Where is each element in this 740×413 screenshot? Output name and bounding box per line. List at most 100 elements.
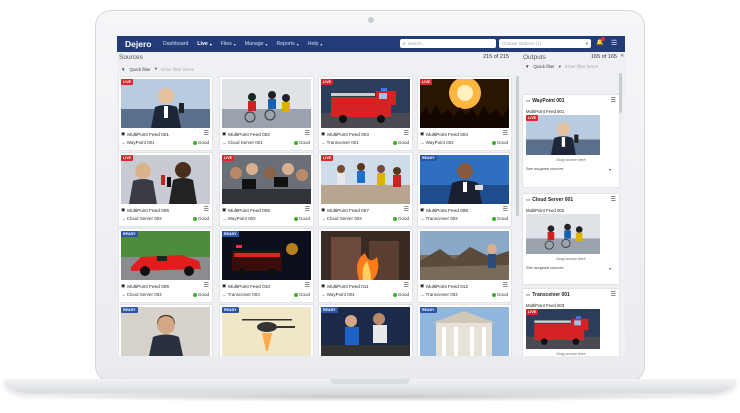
source-preview[interactable] — [121, 79, 210, 128]
chevron-down-icon[interactable]: ▾ — [609, 266, 611, 271]
source-preview[interactable] — [420, 155, 509, 204]
source-destination: → Cloud Server 001 — [222, 140, 263, 145]
card-menu-icon[interactable]: ☰ — [611, 291, 616, 298]
quick-filter-dropdown[interactable]: Quick filter — [533, 64, 554, 70]
source-card[interactable]: LIVE ▣ MultiPoint Feed 001 ☰ → WayPoint 001 G… — [119, 77, 212, 150]
source-card[interactable]: LIVE ▣ MultiPoint Feed 007 ☰ → Cloud Server … — [319, 153, 412, 226]
source-card[interactable]: LIVE ▣ MultiPoint Feed 005 ☰ → Cloud Server … — [119, 153, 212, 226]
outputs-scrollbar[interactable] — [619, 73, 622, 113]
sources-scrollbar[interactable] — [516, 76, 519, 216]
output-preview[interactable] — [526, 309, 600, 349]
live-badge: LIVE — [121, 155, 133, 161]
laptop-notch — [330, 379, 410, 384]
source-card[interactable]: LIVE ▣ MultiPoint Feed 004 ☰ → WayPoint 002 G… — [418, 77, 511, 150]
source-preview[interactable] — [321, 231, 410, 280]
card-menu-icon[interactable]: ☰ — [204, 282, 209, 289]
status-dot-icon — [392, 140, 397, 145]
status-badge: Good — [491, 216, 508, 221]
station-placeholder: Choose stations (1) — [502, 41, 542, 46]
nav-help[interactable]: Help ▾ — [308, 41, 323, 47]
chevron-down-icon: ▾ — [209, 41, 212, 47]
nav-label: Files — [220, 41, 232, 47]
source-preview[interactable] — [222, 79, 311, 128]
card-menu-icon[interactable]: ☰ — [404, 282, 409, 289]
dejero-logo[interactable]: Dejero — [125, 39, 163, 49]
source-preview[interactable] — [222, 155, 311, 204]
output-card[interactable]: ▭ Transceiver 001 ☰ MultiPoint Feed 003 LIVE… — [523, 289, 619, 356]
output-preview[interactable] — [526, 214, 600, 254]
station-select[interactable]: Choose stations (1) ▾ — [499, 39, 591, 48]
card-menu-icon[interactable]: ☰ — [204, 130, 209, 137]
live-badge: LIVE — [526, 115, 538, 121]
card-menu-icon[interactable]: ☰ — [204, 206, 209, 213]
status-badge: Good — [293, 216, 310, 221]
see-assigned-sources-link[interactable]: See assigned sources — [526, 266, 563, 270]
status-label: Good — [496, 292, 508, 297]
card-menu-icon[interactable]: ☰ — [503, 130, 508, 137]
source-card[interactable]: ▣ MultiPoint Feed 012 ☰ → Transceiver 004 Go… — [418, 229, 511, 302]
card-menu-icon[interactable]: ☰ — [611, 196, 616, 203]
output-card[interactable]: ▭ Cloud Server 001 ☰ MultiPoint Feed 002 Dra… — [523, 194, 619, 284]
source-preview[interactable] — [321, 307, 410, 356]
card-menu-icon[interactable]: ☰ — [305, 130, 310, 137]
ready-badge: READY — [222, 231, 239, 237]
source-preview[interactable] — [121, 231, 210, 280]
card-menu-icon[interactable]: ☰ — [404, 206, 409, 213]
collapse-panel-icon[interactable]: « — [621, 53, 624, 59]
card-menu-icon[interactable]: ☰ — [503, 282, 508, 289]
see-assigned-sources-link[interactable]: See assigned sources — [526, 167, 563, 171]
source-card[interactable]: ▣ MultiPoint Feed 002 ☰ → Cloud Server 001 G… — [220, 77, 313, 150]
filter-terms-input[interactable]: Enter filter terms — [161, 67, 194, 72]
source-card[interactable]: READY ▣ MultiPoint Feed 009 ☰ → Cloud Server… — [119, 229, 212, 302]
source-card[interactable]: READY — [418, 305, 511, 356]
source-card[interactable]: ▣ MultiPoint Feed 011 ☰ → WayPoint 004 Good — [319, 229, 412, 302]
status-badge: Good — [192, 216, 209, 221]
nav-files[interactable]: Files ▾ — [221, 41, 236, 47]
card-menu-icon[interactable]: ☰ — [503, 206, 508, 213]
source-preview[interactable] — [420, 79, 509, 128]
output-card[interactable]: ▭ WayPoint 001 ☰ MultiPoint Feed 001 LIVE Dra… — [523, 95, 619, 187]
drop-zone[interactable]: Drag source here — [526, 257, 616, 261]
filter-terms-input[interactable]: Enter filter terms — [565, 64, 598, 70]
nav-manage[interactable]: Manage ▾ — [245, 41, 268, 47]
card-menu-icon[interactable]: ☰ — [404, 130, 409, 137]
source-preview[interactable] — [420, 231, 509, 280]
source-preview[interactable] — [121, 307, 210, 356]
source-preview[interactable] — [420, 307, 509, 356]
source-preview[interactable] — [321, 155, 410, 204]
source-card[interactable]: LIVE ▣ MultiPoint Feed 006 ☰ → WayPoint 003 G… — [220, 153, 313, 226]
nav-label: Help — [307, 41, 319, 47]
status-badge: Good — [392, 292, 409, 297]
nav-live[interactable]: Live ▾ — [197, 41, 211, 47]
device-icon: ▣ — [420, 283, 425, 288]
source-preview[interactable] — [321, 79, 410, 128]
source-preview[interactable] — [222, 231, 311, 280]
source-card[interactable]: READY ▣ MultiPoint Feed 008 ☰ → Transceiver … — [418, 153, 511, 226]
source-preview[interactable] — [222, 307, 311, 356]
drop-zone[interactable]: Drag source here — [526, 158, 616, 162]
device-icon: ▣ — [321, 207, 326, 212]
source-card[interactable]: READY — [119, 305, 212, 356]
hamburger-menu-icon[interactable]: ☰ — [611, 39, 617, 47]
source-card[interactable]: READY ▣ MultiPoint Feed 010 ☰ → Transceiver … — [220, 229, 313, 302]
status-badge: Good — [392, 216, 409, 221]
filter-icon: ▼ — [525, 64, 530, 69]
source-card[interactable]: LIVE ▣ MultiPoint Feed 003 ☰ → Transceiver 0… — [319, 77, 412, 150]
chevron-down-icon[interactable]: ▾ — [609, 167, 611, 172]
video-thumbnail — [121, 79, 210, 128]
source-card[interactable]: READY — [220, 305, 313, 356]
search-input[interactable]: ⌕ Search... — [400, 39, 496, 48]
nav-reports[interactable]: Reports ▾ — [277, 41, 299, 47]
status-label: Good — [397, 140, 409, 145]
source-preview[interactable] — [121, 155, 210, 204]
source-card[interactable]: READY — [319, 305, 412, 356]
quick-filter-dropdown[interactable]: Quick filter — [129, 67, 150, 72]
card-menu-icon[interactable]: ☰ — [611, 97, 616, 104]
source-name: ▣ MultiPoint Feed 001 — [121, 131, 169, 137]
card-menu-icon[interactable]: ☰ — [305, 206, 310, 213]
source-destination: → Cloud Server 004 — [121, 292, 162, 297]
nav-dashboard[interactable]: Dashboard — [163, 41, 188, 47]
output-preview[interactable] — [526, 115, 600, 155]
drop-zone[interactable]: Drag source here — [526, 352, 616, 356]
card-menu-icon[interactable]: ☰ — [305, 282, 310, 289]
